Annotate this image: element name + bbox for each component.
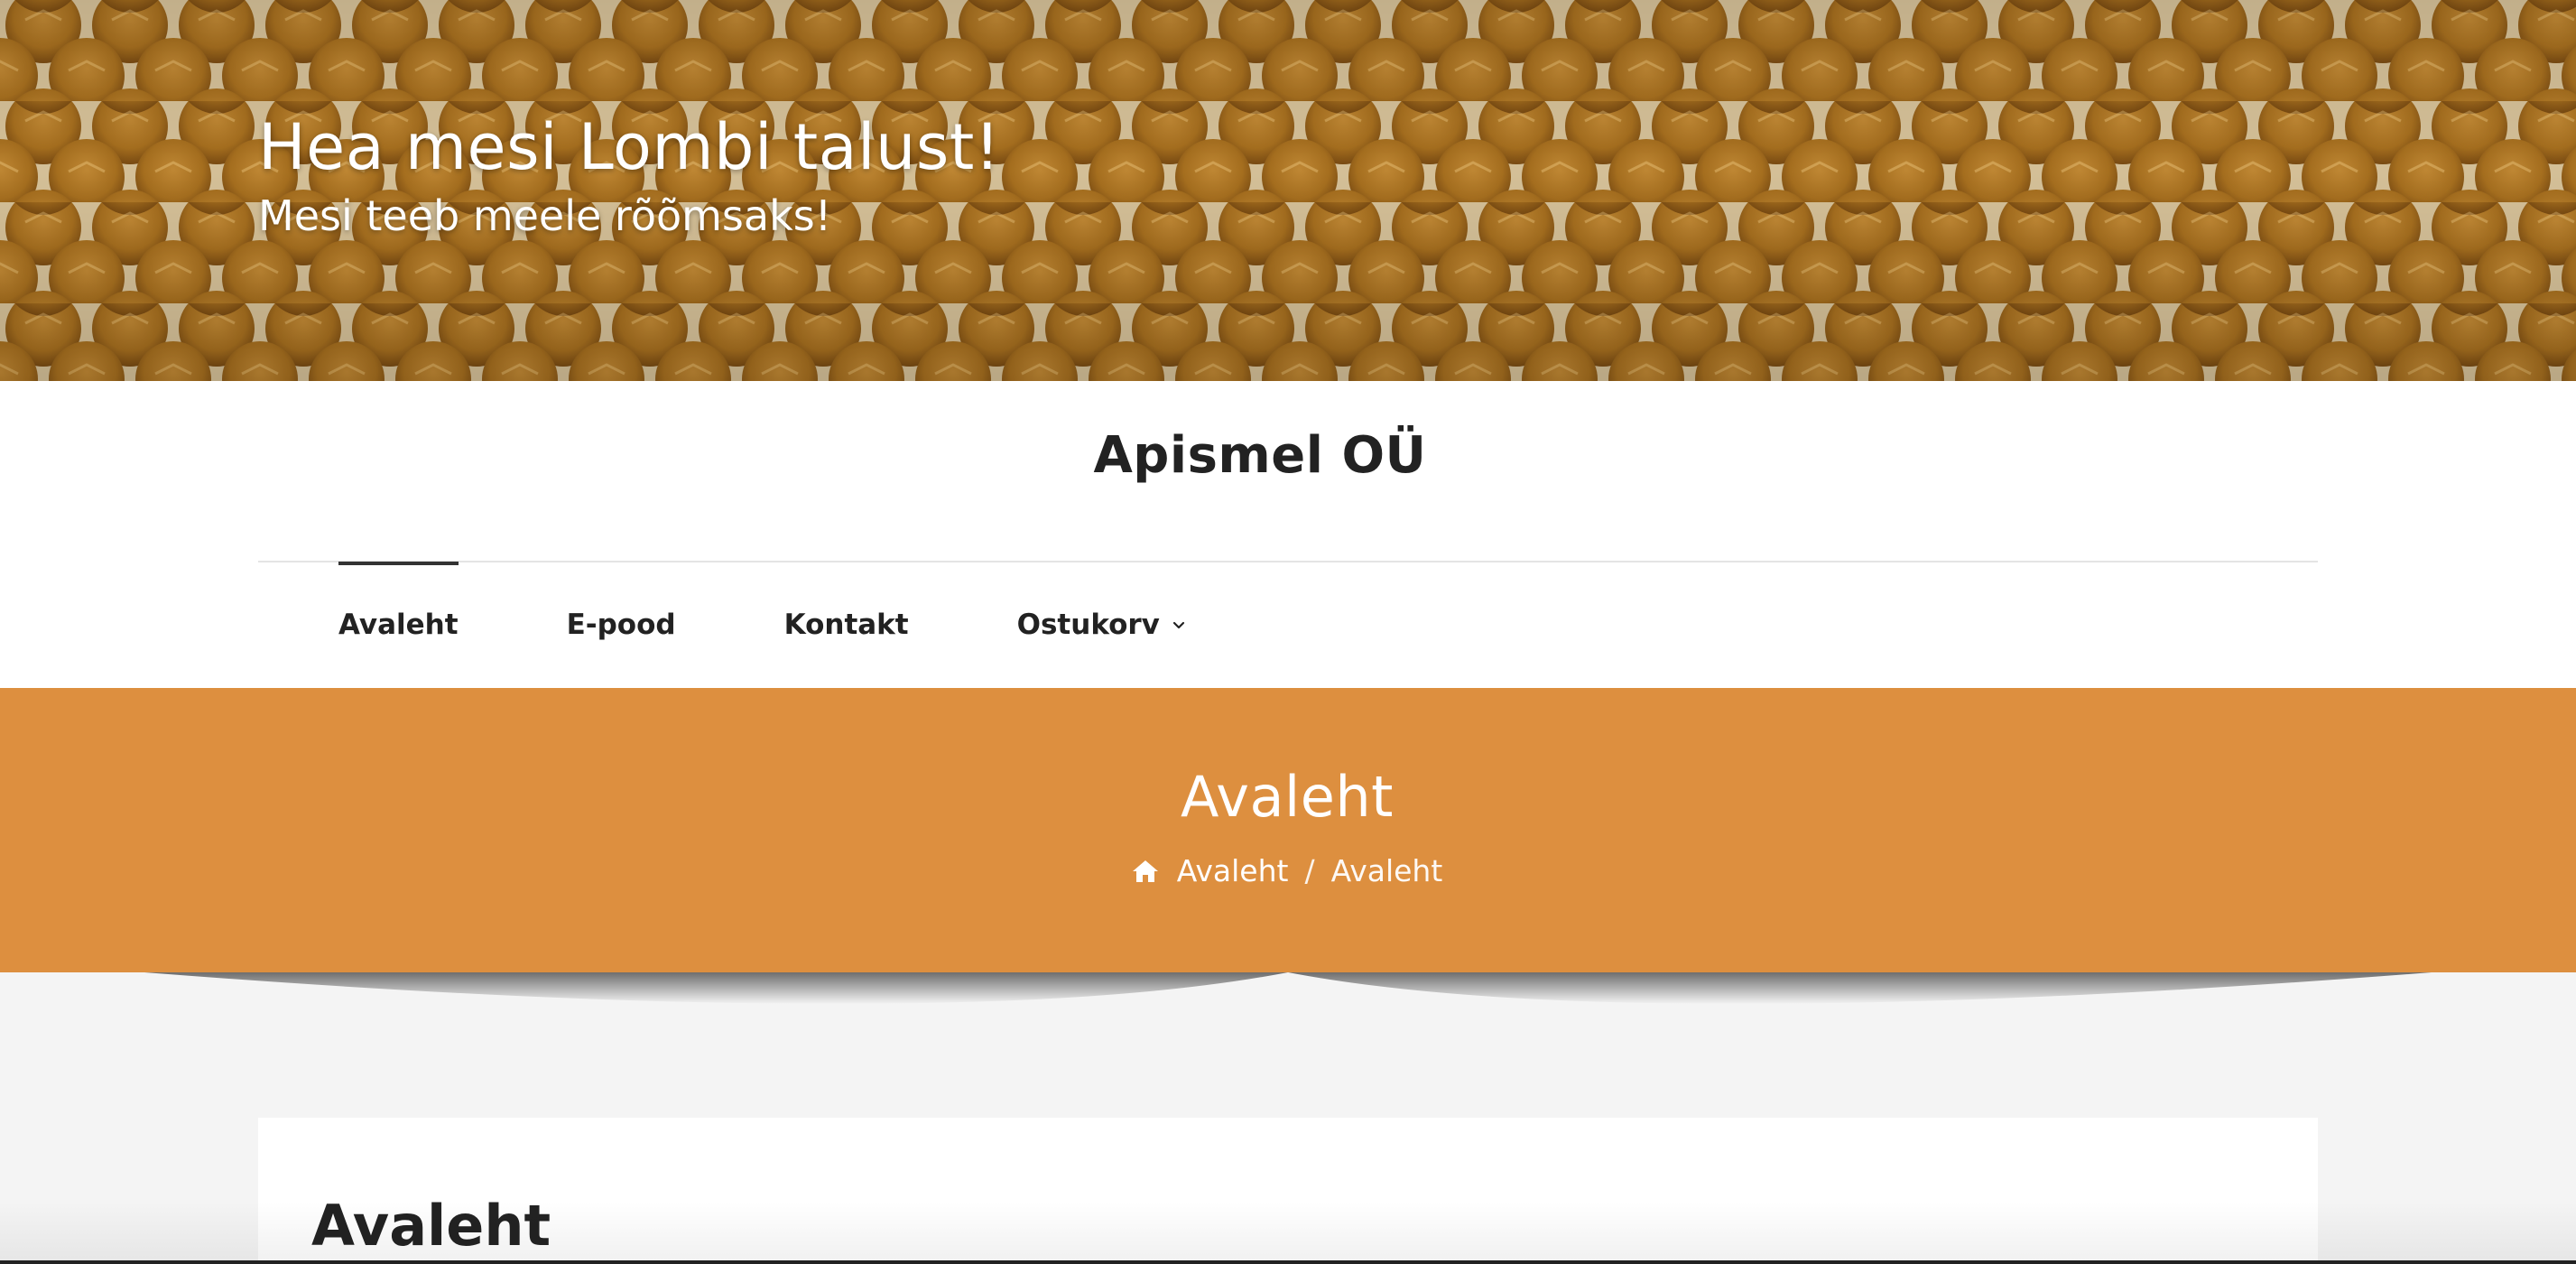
page-title-band: Avaleht Avaleht / Avaleht [0,688,2576,972]
band-shadow-decoration [144,972,2432,1004]
nav-item-label: Ostukorv [1016,609,1160,641]
nav-item-label: Kontakt [783,609,909,641]
chevron-down-icon[interactable] [1171,617,1187,633]
banner-title: Hea mesi Lombi talust! [258,110,1001,184]
nav-item-label: E-pood [566,609,676,641]
page-title: Avaleht [1181,764,1394,830]
home-icon [1132,860,1158,882]
breadcrumb-separator: / [1304,853,1315,888]
breadcrumb-current: Avaleht [1330,853,1443,888]
nav-item-kontakt[interactable]: Kontakt [730,562,963,688]
content-heading: Avaleht [311,1193,551,1259]
banner-tagline: Mesi teeb meele rõõmsaks! [258,191,832,240]
bottom-edge [0,1260,2576,1264]
site-name[interactable]: Apismel OÜ [0,426,2520,485]
main-nav: Avaleht E-pood Kontakt Ostukorv [258,562,1241,688]
nav-item-ostukorv[interactable]: Ostukorv [963,562,1241,688]
breadcrumb-home-link[interactable]: Avaleht [1132,849,1289,894]
banner-text-block: Hea mesi Lombi talust! Mesi teeb meele r… [258,107,1000,242]
breadcrumb: Avaleht / Avaleht [0,849,2574,894]
nav-item-avaleht[interactable]: Avaleht [258,562,513,688]
site-header: Apismel OÜ Avaleht E-pood Kontakt Ostuko… [0,381,2576,688]
content-card: Avaleht [258,1118,2318,1264]
breadcrumb-home-label: Avaleht [1176,853,1289,888]
nav-item-label: Avaleht [338,609,459,641]
nav-item-e-pood[interactable]: E-pood [513,562,730,688]
header-banner: Hea mesi Lombi talust! Mesi teeb meele r… [0,0,2576,381]
